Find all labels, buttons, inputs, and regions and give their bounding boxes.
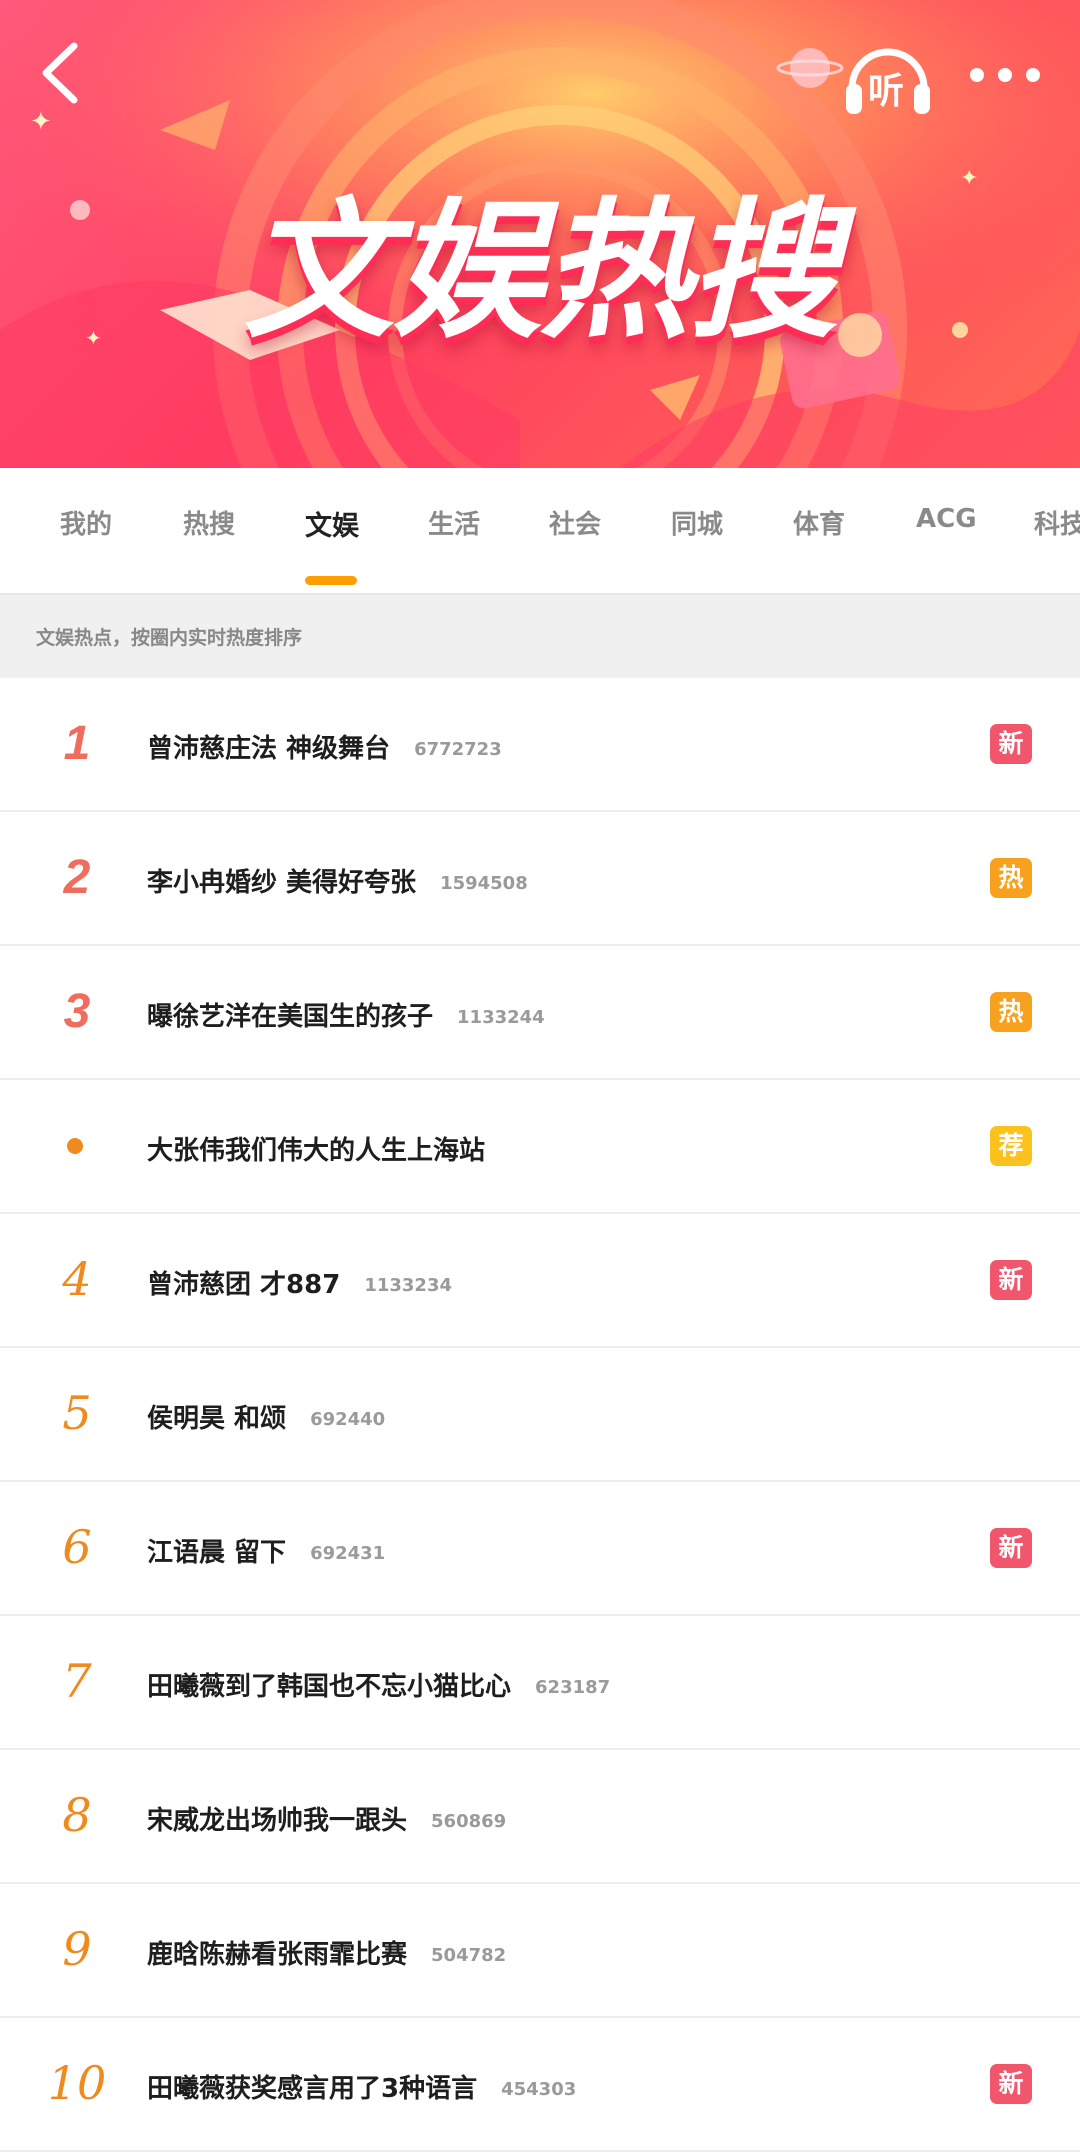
list-item-promoted[interactable]: 大张伟我们伟大的人生上海站 荐: [0, 1080, 1080, 1214]
tab-mine[interactable]: 我的: [60, 504, 112, 541]
list-subheader: 文娱热点，按圈内实时热度排序: [0, 595, 1080, 678]
tab-acg[interactable]: ACG: [916, 504, 977, 534]
list-item[interactable]: 4 曾沛慈团 才887 1133234 新: [0, 1214, 1080, 1348]
tab-life[interactable]: 生活: [428, 504, 480, 541]
list-item[interactable]: 3 曝徐艺洋在美国生的孩子 1133244 热: [0, 946, 1080, 1080]
new-badge: 新: [990, 2064, 1032, 2104]
list-item[interactable]: 1 曾沛慈庄法 神级舞台 6772723 新: [0, 678, 1080, 812]
heat-count: 6772723: [414, 739, 502, 760]
item-title-text: 曾沛慈团 才887: [147, 1270, 341, 1300]
hot-search-list: 1 曾沛慈庄法 神级舞台 6772723 新 2 李小冉婚纱 美得好夸张 15945…: [0, 678, 1080, 2152]
list-item[interactable]: 8 宋威龙出场帅我一跟头 560869: [0, 1750, 1080, 1884]
heat-count: 692431: [310, 1543, 386, 1564]
listen-label: 听: [868, 71, 905, 112]
recommend-badge: 荐: [990, 1126, 1032, 1166]
item-title-text: 田曦薇获奖感言用了3种语言: [147, 2074, 478, 2104]
item-title: 江语晨 留下 692431: [147, 1532, 385, 1569]
rank-number: 9: [62, 1922, 92, 1976]
tab-society[interactable]: 社会: [549, 504, 601, 541]
tab-entertainment[interactable]: 文娱: [305, 504, 359, 543]
item-title: 田曦薇到了韩国也不忘小猫比心 623187: [147, 1666, 610, 1703]
list-item[interactable]: 2 李小冉婚纱 美得好夸张 1594508 热: [0, 812, 1080, 946]
item-title: 曾沛慈团 才887 1133234: [147, 1264, 452, 1301]
item-title: 田曦薇获奖感言用了3种语言 454303: [147, 2068, 576, 2105]
promoted-dot-icon: [67, 1138, 83, 1154]
subheader-text: 文娱热点，按圈内实时热度排序: [36, 627, 303, 649]
header-banner: ✦ ✦ ✦ 文娱热搜 听: [0, 0, 1080, 468]
item-title: 宋威龙出场帅我一跟头 560869: [147, 1800, 506, 1837]
item-title-text: 江语晨 留下: [147, 1538, 287, 1568]
rank-number: 10: [47, 2056, 107, 2110]
new-badge: 新: [990, 1260, 1032, 1300]
list-item[interactable]: 6 江语晨 留下 692431 新: [0, 1482, 1080, 1616]
listen-button[interactable]: 听: [838, 26, 938, 126]
rank-number: 6: [62, 1520, 92, 1574]
tab-hot[interactable]: 热搜: [183, 504, 235, 541]
list-item[interactable]: 5 侯明昊 和颂 692440: [0, 1348, 1080, 1482]
item-title-text: 侯明昊 和颂: [147, 1404, 287, 1434]
rank-number: 2: [63, 851, 91, 904]
heat-count: 692440: [310, 1409, 386, 1430]
chevron-left-icon: [42, 42, 78, 104]
item-title-text: 大张伟我们伟大的人生上海站: [147, 1136, 486, 1166]
rank-number: 7: [62, 1654, 92, 1708]
item-title: 曾沛慈庄法 神级舞台 6772723: [147, 728, 502, 765]
banner-title: 文娱热搜: [243, 185, 838, 359]
heat-count: 1594508: [440, 873, 528, 894]
tab-local[interactable]: 同城: [671, 504, 723, 541]
new-badge: 新: [990, 1528, 1032, 1568]
heat-count: 454303: [501, 2079, 577, 2100]
active-tab-indicator: [305, 576, 357, 585]
tab-sports[interactable]: 体育: [793, 504, 845, 541]
more-button[interactable]: [955, 50, 1055, 100]
hot-badge: 热: [990, 858, 1032, 898]
heat-count: 1133234: [364, 1275, 452, 1296]
item-title-text: 田曦薇到了韩国也不忘小猫比心: [147, 1672, 512, 1702]
item-title-text: 曝徐艺洋在美国生的孩子: [147, 1002, 434, 1032]
tab-tech[interactable]: 科技: [1034, 504, 1080, 541]
heat-count: 623187: [535, 1677, 611, 1698]
heat-count: 504782: [431, 1945, 507, 1966]
item-title: 鹿晗陈赫看张雨霏比赛 504782: [147, 1934, 506, 1971]
rank-number: 3: [63, 985, 91, 1038]
heat-count: 1133244: [457, 1007, 545, 1028]
heat-count: 560869: [431, 1811, 507, 1832]
rank-number: 1: [63, 717, 91, 770]
back-button[interactable]: [28, 30, 108, 116]
item-title-text: 鹿晗陈赫看张雨霏比赛: [147, 1940, 408, 1970]
category-tabs: 我的 热搜 文娱 生活 社会 同城 体育 ACG 科技: [0, 468, 1080, 594]
new-badge: 新: [990, 724, 1032, 764]
list-item[interactable]: 9 鹿晗陈赫看张雨霏比赛 504782: [0, 1884, 1080, 2018]
item-title: 侯明昊 和颂 692440: [147, 1398, 385, 1435]
item-title: 曝徐艺洋在美国生的孩子 1133244: [147, 996, 545, 1033]
hot-badge: 热: [990, 992, 1032, 1032]
more-dots-icon: [970, 68, 1040, 82]
list-item[interactable]: 7 田曦薇到了韩国也不忘小猫比心 623187: [0, 1616, 1080, 1750]
item-title: 李小冉婚纱 美得好夸张 1594508: [147, 862, 528, 899]
rank-number: 8: [62, 1788, 92, 1842]
item-title-text: 李小冉婚纱 美得好夸张: [147, 868, 417, 898]
item-title: 大张伟我们伟大的人生上海站: [147, 1130, 485, 1167]
list-item[interactable]: 10 田曦薇获奖感言用了3种语言 454303 新: [0, 2018, 1080, 2152]
rank-number: 5: [62, 1386, 92, 1440]
item-title-text: 宋威龙出场帅我一跟头: [147, 1806, 408, 1836]
item-title-text: 曾沛慈庄法 神级舞台: [147, 734, 391, 764]
rank-number: 4: [62, 1252, 92, 1306]
